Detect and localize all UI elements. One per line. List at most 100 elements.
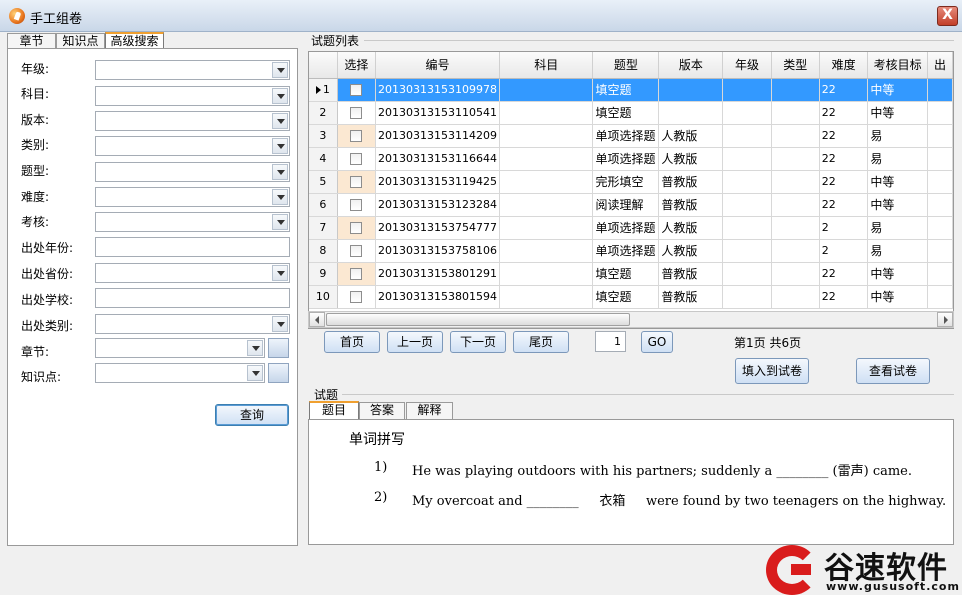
chevron-down-icon[interactable] bbox=[272, 214, 288, 230]
chevron-down-icon[interactable] bbox=[247, 365, 263, 381]
cell-select bbox=[337, 124, 376, 148]
view-paper-button[interactable]: 查看试卷 bbox=[856, 358, 930, 384]
cell-select bbox=[337, 147, 376, 171]
column-header-question-type[interactable]: 题型 bbox=[592, 52, 660, 79]
chevron-down-icon[interactable] bbox=[272, 164, 288, 180]
chevron-down-icon[interactable] bbox=[272, 189, 288, 205]
grade-combo[interactable] bbox=[95, 60, 290, 80]
column-header-grade[interactable]: 年级 bbox=[722, 52, 772, 79]
source-year-input[interactable] bbox=[95, 237, 290, 257]
row-checkbox[interactable] bbox=[350, 130, 363, 142]
filter-label-source-school: 出处学校: bbox=[21, 293, 74, 307]
row-header[interactable]: 8 bbox=[309, 239, 338, 263]
chapter-browse-button[interactable] bbox=[268, 338, 289, 358]
chevron-down-icon[interactable] bbox=[272, 265, 288, 281]
row-header[interactable]: 7 bbox=[309, 216, 338, 240]
arrow-right-icon bbox=[944, 316, 948, 324]
column-header-select[interactable]: 选择 bbox=[337, 52, 376, 79]
source-school-input[interactable] bbox=[95, 288, 290, 308]
row-index: 9 bbox=[319, 267, 327, 280]
difficulty-combo[interactable] bbox=[95, 187, 290, 207]
column-header-id[interactable]: 编号 bbox=[375, 52, 500, 79]
row-header[interactable]: 9 bbox=[309, 262, 338, 286]
add-to-paper-button[interactable]: 填入到试卷 bbox=[735, 358, 809, 384]
cell-question-type: 单项选择题 bbox=[592, 239, 660, 263]
row-checkbox[interactable] bbox=[350, 176, 363, 188]
row-checkbox[interactable] bbox=[350, 107, 363, 119]
tab-answer[interactable]: 答案 bbox=[359, 402, 405, 419]
table-row[interactable]: 5 20130313153119425 完形填空 普教版 22 中等 bbox=[309, 170, 953, 194]
cell-source bbox=[927, 285, 953, 309]
row-checkbox[interactable] bbox=[350, 84, 363, 96]
chevron-down-icon[interactable] bbox=[247, 340, 263, 356]
scroll-left-button[interactable] bbox=[309, 312, 325, 327]
row-header[interactable]: 1 bbox=[309, 78, 338, 102]
row-header[interactable]: 10 bbox=[309, 285, 338, 309]
assessment-combo[interactable] bbox=[95, 212, 290, 232]
page-number-input[interactable]: 1 bbox=[595, 331, 626, 352]
cell-kind bbox=[771, 193, 820, 217]
source-province-combo[interactable] bbox=[95, 263, 290, 283]
cell-version: 普教版 bbox=[658, 285, 724, 309]
table-row[interactable]: 4 20130313153116644 单项选择题 人教版 22 易 bbox=[309, 147, 953, 171]
knowledge-point-combo[interactable] bbox=[95, 363, 265, 383]
table-row[interactable]: 3 20130313153114209 单项选择题 人教版 22 易 bbox=[309, 124, 953, 148]
table-row[interactable]: 8 20130313153758106 单项选择题 人教版 2 易 bbox=[309, 239, 953, 263]
column-header-goal[interactable]: 考核目标 bbox=[867, 52, 928, 79]
table-row[interactable]: 7 20130313153754777 单项选择题 人教版 2 易 bbox=[309, 216, 953, 240]
question-text: My overcoat and ________ 衣箱 were found b… bbox=[412, 494, 947, 509]
column-header-source[interactable]: 出 bbox=[927, 52, 953, 79]
row-checkbox[interactable] bbox=[350, 268, 363, 280]
row-header[interactable]: 3 bbox=[309, 124, 338, 148]
last-page-button[interactable]: 尾页 bbox=[513, 331, 569, 353]
source-category-combo[interactable] bbox=[95, 314, 290, 334]
column-header-kind[interactable]: 类型 bbox=[771, 52, 820, 79]
column-header-version[interactable]: 版本 bbox=[658, 52, 724, 79]
table-row[interactable]: 9 20130313153801291 填空题 普教版 22 中等 bbox=[309, 262, 953, 286]
horizontal-scrollbar[interactable] bbox=[308, 311, 954, 328]
chevron-down-icon[interactable] bbox=[272, 138, 288, 154]
question-type-combo[interactable] bbox=[95, 162, 290, 182]
cell-question-type: 完形填空 bbox=[592, 170, 660, 194]
column-header-subject[interactable]: 科目 bbox=[499, 52, 594, 79]
row-checkbox[interactable] bbox=[350, 199, 363, 211]
column-header-difficulty[interactable]: 难度 bbox=[819, 52, 869, 79]
category-combo[interactable] bbox=[95, 136, 290, 156]
first-page-button[interactable]: 首页 bbox=[324, 331, 380, 353]
tab-explanation[interactable]: 解释 bbox=[406, 402, 453, 419]
cell-select bbox=[337, 101, 376, 125]
row-header[interactable]: 5 bbox=[309, 170, 338, 194]
subject-combo[interactable] bbox=[95, 86, 290, 106]
chevron-down-icon[interactable] bbox=[272, 316, 288, 332]
row-header[interactable]: 6 bbox=[309, 193, 338, 217]
row-checkbox[interactable] bbox=[350, 291, 363, 303]
chapter-combo[interactable] bbox=[95, 338, 265, 358]
row-header[interactable]: 4 bbox=[309, 147, 338, 171]
chevron-down-icon[interactable] bbox=[272, 113, 288, 129]
chevron-down-icon[interactable] bbox=[272, 62, 288, 78]
question-list-grid[interactable]: 选择 编号 科目 题型 版本 年级 类型 难度 考核目标 出 1 20130313… bbox=[308, 51, 954, 329]
next-page-button[interactable]: 下一页 bbox=[450, 331, 506, 353]
table-row[interactable]: 6 20130313153123284 阅读理解 普教版 22 中等 bbox=[309, 193, 953, 217]
tab-question[interactable]: 题目 bbox=[309, 401, 359, 419]
table-row[interactable]: 2 20130313153110541 填空题 22 中等 bbox=[309, 101, 953, 125]
row-checkbox[interactable] bbox=[350, 245, 363, 257]
cell-version: 人教版 bbox=[658, 124, 724, 148]
scrollbar-thumb[interactable] bbox=[326, 313, 630, 326]
query-button[interactable]: 查询 bbox=[215, 404, 289, 426]
previous-page-button[interactable]: 上一页 bbox=[387, 331, 443, 353]
table-row[interactable]: 10 20130313153801594 填空题 普教版 22 中等 bbox=[309, 285, 953, 309]
row-checkbox[interactable] bbox=[350, 222, 363, 234]
row-header[interactable]: 2 bbox=[309, 101, 338, 125]
table-row[interactable]: 1 20130313153109978 填空题 22 中等 bbox=[309, 78, 953, 102]
knowledge-point-browse-button[interactable] bbox=[268, 363, 289, 383]
cell-source bbox=[927, 239, 953, 263]
title-bar[interactable]: 手工组卷 X bbox=[0, 0, 962, 32]
go-button[interactable]: GO bbox=[641, 331, 673, 353]
close-button[interactable]: X bbox=[937, 6, 958, 26]
chevron-down-icon[interactable] bbox=[272, 88, 288, 104]
row-checkbox[interactable] bbox=[350, 153, 363, 165]
version-combo[interactable] bbox=[95, 111, 290, 131]
scroll-right-button[interactable] bbox=[937, 312, 953, 327]
cell-subject bbox=[499, 262, 594, 286]
